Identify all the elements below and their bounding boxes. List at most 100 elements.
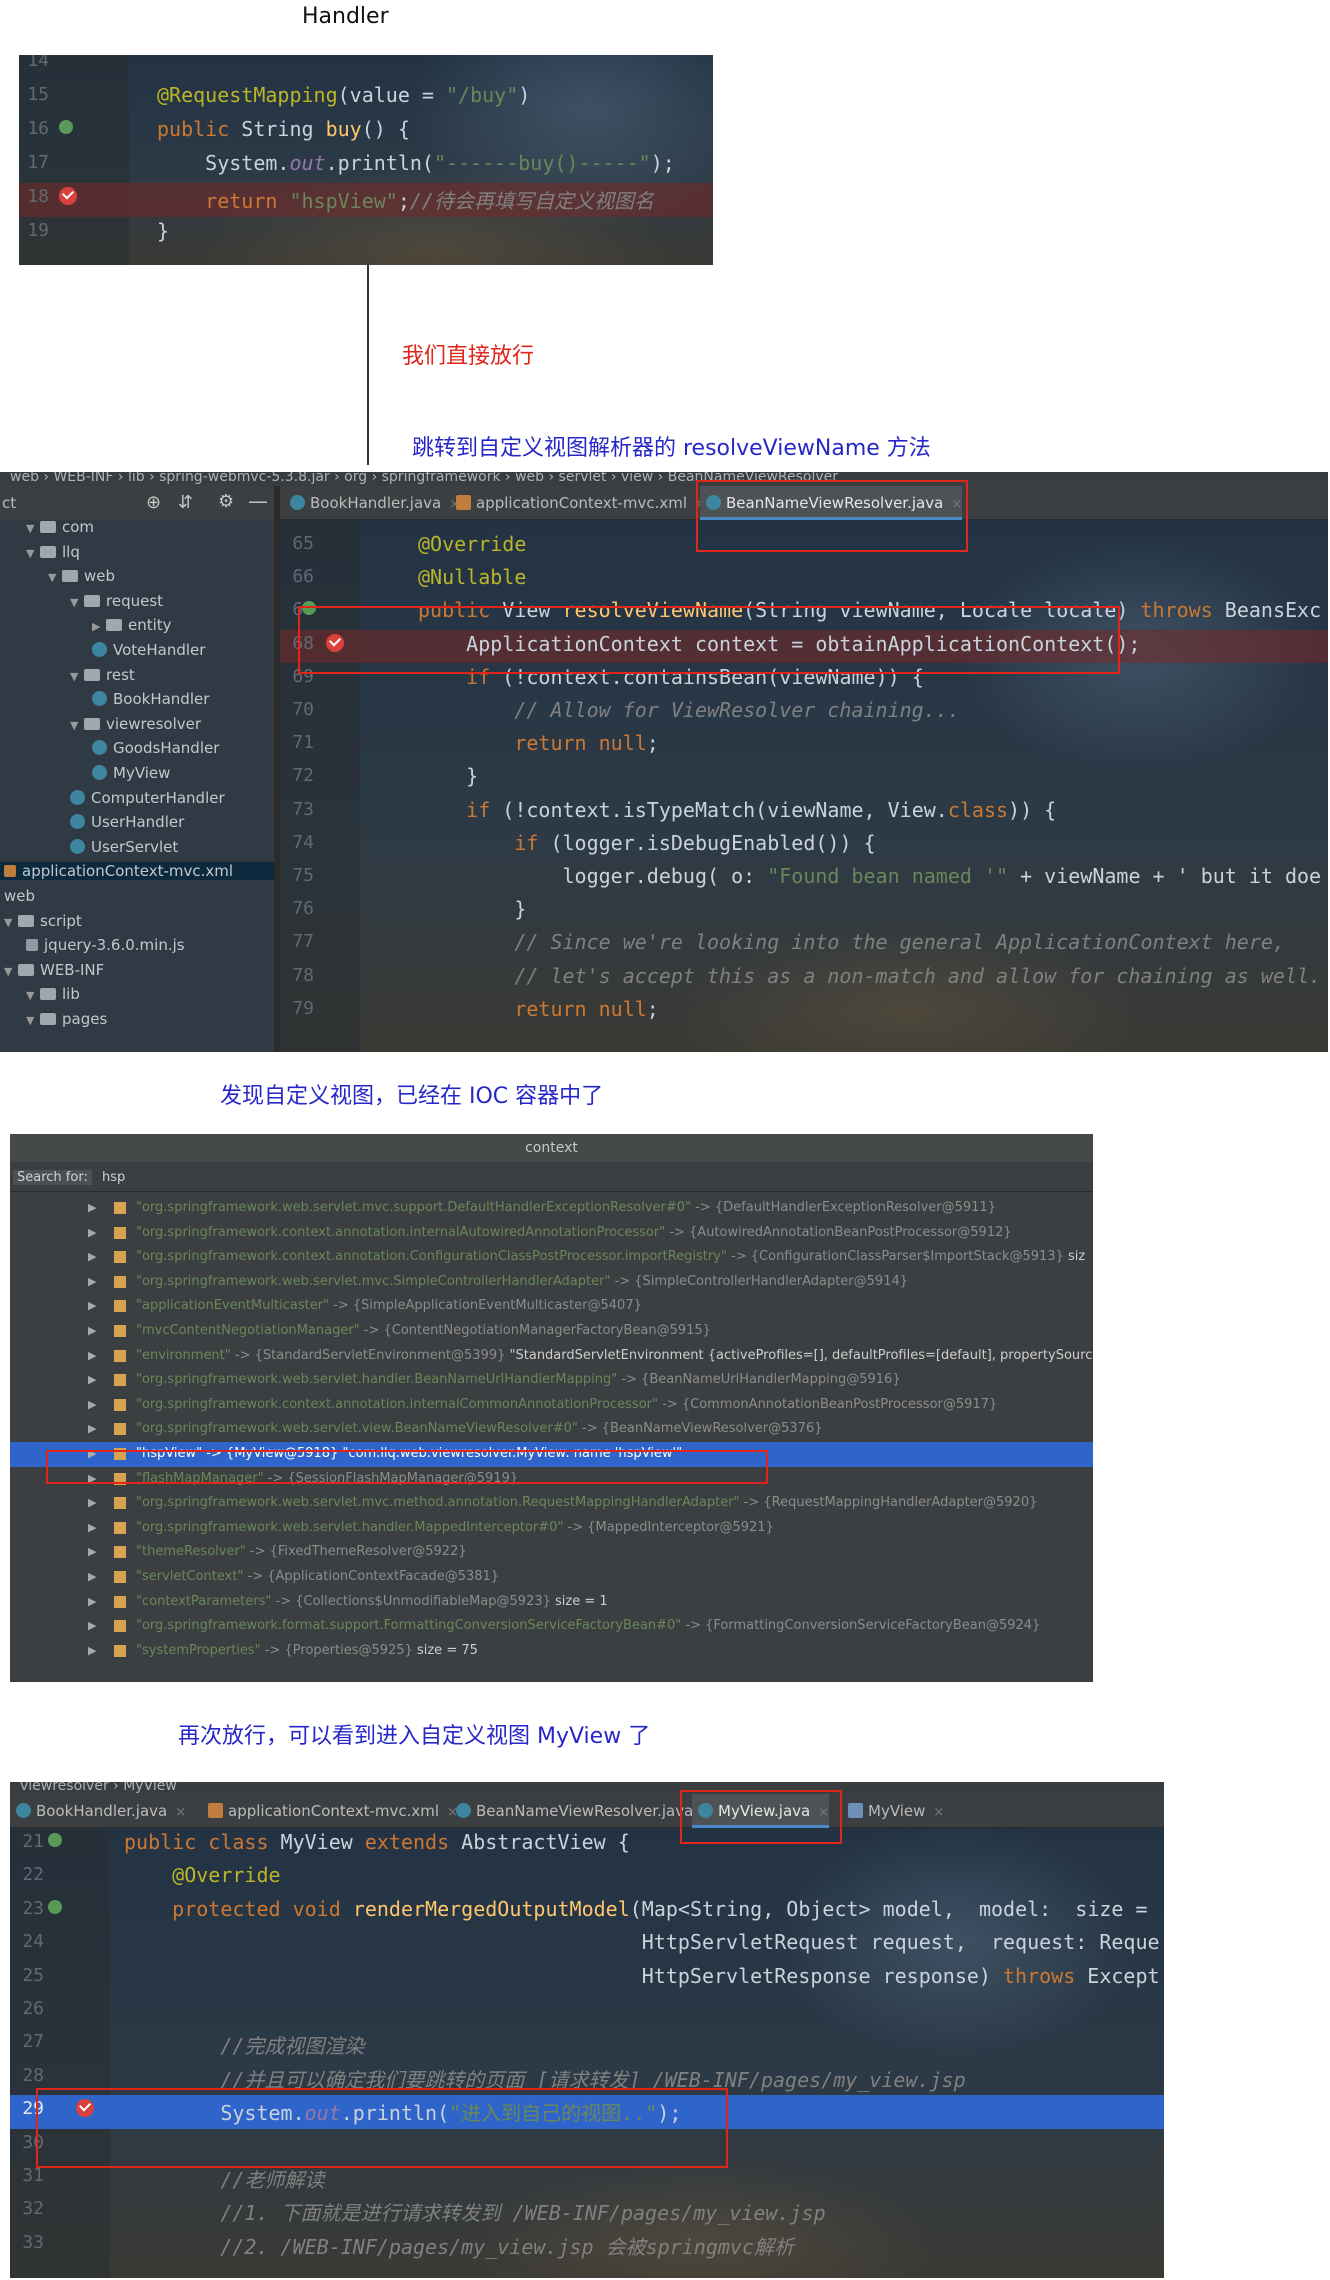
expand-arrow-icon[interactable]: ▶ [88,1275,96,1288]
expand-arrow-icon[interactable]: ▼ [70,596,84,609]
tab-bookhandler-java[interactable]: BookHandler.java × [284,486,460,520]
gutter-handler-icon[interactable] [59,120,73,134]
variable-row[interactable]: ▶ "org.springframework.web.servlet.view.B… [10,1417,1093,1442]
variable-row[interactable]: ▶ "org.springframework.format.support.For… [10,1614,1093,1639]
expand-arrow-icon[interactable]: ▶ [88,1496,96,1509]
tab-beannameviewresolver-java[interactable]: BeanNameViewResolver.java× [450,1794,712,1828]
expand-arrow-icon[interactable]: ▶ [88,1349,96,1362]
gutter-class-icon[interactable] [48,1833,62,1847]
code-line: 27 //完成视图渲染 [10,2028,1164,2061]
code-line: 25 HttpServletResponse response) throws … [10,1962,1164,1995]
tree-folder-item[interactable]: ▼ script [4,912,82,930]
tab-applicationcontext-mvc-xml[interactable]: applicationContext-mvc.xml× [450,486,706,520]
expand-arrow-icon[interactable]: ▼ [4,916,18,929]
tree-class-item[interactable]: MyView [92,764,170,782]
variable-row[interactable]: ▶ "servletContext" -> {ApplicationContext… [10,1565,1093,1590]
tab-applicationcontext-mvc-xml[interactable]: applicationContext-mvc.xml× [202,1794,458,1828]
variable-row[interactable]: ▶ "applicationEventMulticaster" -> {Simpl… [10,1294,1093,1319]
class-icon [92,691,107,707]
tree-class-item[interactable]: UserHandler [70,813,184,831]
expand-arrow-icon[interactable]: ▶ [88,1226,96,1239]
code-text: // let's accept this as a non-match and … [514,963,1322,988]
tab-myview[interactable]: MyView × [842,1794,944,1828]
map-entry-icon [114,1374,126,1387]
variable-row[interactable]: ▶ "environment" -> {StandardServletEnviro… [10,1344,1093,1369]
code-text: @RequestMapping(value = "/buy") [157,83,531,107]
collapse-icon[interactable]: ⇵ [178,492,193,513]
search-input[interactable]: hsp [102,1170,125,1185]
tree-folder-item[interactable]: ▶ entity [92,616,172,634]
variable-row[interactable]: ▶ "contextParameters" -> {Collections$Unm… [10,1590,1093,1615]
step3-annotation: 发现自定义视图，已经在 IOC 容器中了 [220,1084,604,1109]
gear-icon[interactable]: ⚙ [218,491,234,512]
variable-row[interactable]: ▶ "org.springframework.web.servlet.handle… [10,1368,1093,1393]
variable-text: "org.springframework.context.annotation.… [136,1224,1012,1240]
variable-row[interactable]: ▶ "systemProperties" -> {Properties@5925}… [10,1639,1093,1664]
tree-folder-item[interactable]: ▼ llq [26,543,80,561]
tree-folder-item[interactable]: ▼ web [48,567,115,585]
expand-arrow-icon[interactable]: ▶ [88,1422,96,1435]
expand-arrow-icon[interactable]: ▼ [4,965,18,978]
expand-arrow-icon[interactable]: ▶ [88,1201,96,1214]
close-icon[interactable]: × [175,1805,186,1820]
variable-row[interactable]: ▶ "org.springframework.context.annotation… [10,1221,1093,1246]
minimize-icon[interactable]: — [248,489,268,513]
breakpoint-icon[interactable] [59,187,77,205]
expand-arrow-icon[interactable]: ▼ [70,670,84,683]
code-line: 14 [19,55,713,81]
expand-arrow-icon[interactable]: ▶ [88,1299,96,1312]
tree-file-item[interactable]: jquery-3.6.0.min.js [26,936,185,954]
debugger-search[interactable]: Search for: hsp [10,1162,1093,1192]
gutter-override-icon[interactable] [48,1899,62,1914]
locate-icon[interactable]: ⊕ [146,492,161,513]
close-icon[interactable]: × [933,1805,944,1820]
xml-icon [208,1803,223,1818]
expand-arrow-icon[interactable]: ▶ [88,1644,96,1657]
class-icon [70,789,85,805]
variable-row[interactable]: ▶ "org.springframework.web.servlet.mvc.me… [10,1491,1093,1516]
myview-code-area: 21 public class MyView extends AbstractVi… [10,1828,1164,2278]
tree-folder-item[interactable]: ▼ viewresolver [70,715,201,733]
variable-row[interactable]: ▶ "mvcContentNegotiationManager" -> {Cont… [10,1319,1093,1344]
expand-arrow-icon[interactable]: ▶ [88,1595,96,1608]
tree-file-item[interactable]: applicationContext-mvc.xml [0,862,274,881]
variable-text: "org.springframework.web.servlet.mvc.Sim… [136,1273,909,1289]
tree-item-label: GoodsHandler [113,739,220,758]
variable-row[interactable]: ▶ "org.springframework.web.servlet.handle… [10,1516,1093,1541]
tree-folder-item[interactable]: ▼ WEB-INF [4,961,104,979]
tree-folder-item[interactable]: ▼ lib [26,985,80,1003]
variable-row[interactable]: ▶ "themeResolver" -> {FixedThemeResolver@… [10,1540,1093,1565]
tree-class-item[interactable]: GoodsHandler [92,739,219,757]
expand-arrow-icon[interactable]: ▼ [26,522,40,535]
variable-row[interactable]: ▶ "org.springframework.web.servlet.mvc.su… [10,1196,1093,1221]
variable-row[interactable]: ▶ "org.springframework.web.servlet.mvc.Si… [10,1270,1093,1295]
expand-arrow-icon[interactable]: ▼ [26,1014,40,1027]
tree-folder-item[interactable]: ▼ com [26,520,94,536]
tree-class-item[interactable]: VoteHandler [92,641,205,659]
expand-arrow-icon[interactable]: ▶ [88,1324,96,1337]
line-number: 22 [22,1864,44,1886]
tree-class-item[interactable]: BookHandler [92,690,209,708]
expand-arrow-icon[interactable]: ▼ [26,547,40,560]
variable-row[interactable]: ▶ "org.springframework.context.annotation… [10,1393,1093,1418]
variable-row[interactable]: ▶ "org.springframework.context.annotation… [10,1245,1093,1270]
tree-file-item[interactable]: web [4,887,35,905]
tree-class-item[interactable]: UserServlet [70,838,178,856]
expand-arrow-icon[interactable]: ▶ [88,1545,96,1558]
expand-arrow-icon[interactable]: ▶ [88,1398,96,1411]
tab-bookhandler-java[interactable]: BookHandler.java × [10,1794,186,1828]
expand-arrow-icon[interactable]: ▼ [70,719,84,732]
tree-folder-item[interactable]: ▼ rest [70,666,135,684]
expand-arrow-icon[interactable]: ▼ [26,989,40,1002]
tree-folder-item[interactable]: ▼ pages [26,1010,107,1028]
expand-arrow-icon[interactable]: ▶ [88,1619,96,1632]
expand-arrow-icon[interactable]: ▶ [92,620,106,633]
tree-folder-item[interactable]: ▼ request [70,592,163,610]
expand-arrow-icon[interactable]: ▼ [48,571,62,584]
expand-arrow-icon[interactable]: ▶ [88,1373,96,1386]
folder-icon [106,619,122,632]
tree-class-item[interactable]: ComputerHandler [70,789,225,807]
expand-arrow-icon[interactable]: ▶ [88,1250,96,1263]
expand-arrow-icon[interactable]: ▶ [88,1521,96,1534]
expand-arrow-icon[interactable]: ▶ [88,1570,96,1583]
